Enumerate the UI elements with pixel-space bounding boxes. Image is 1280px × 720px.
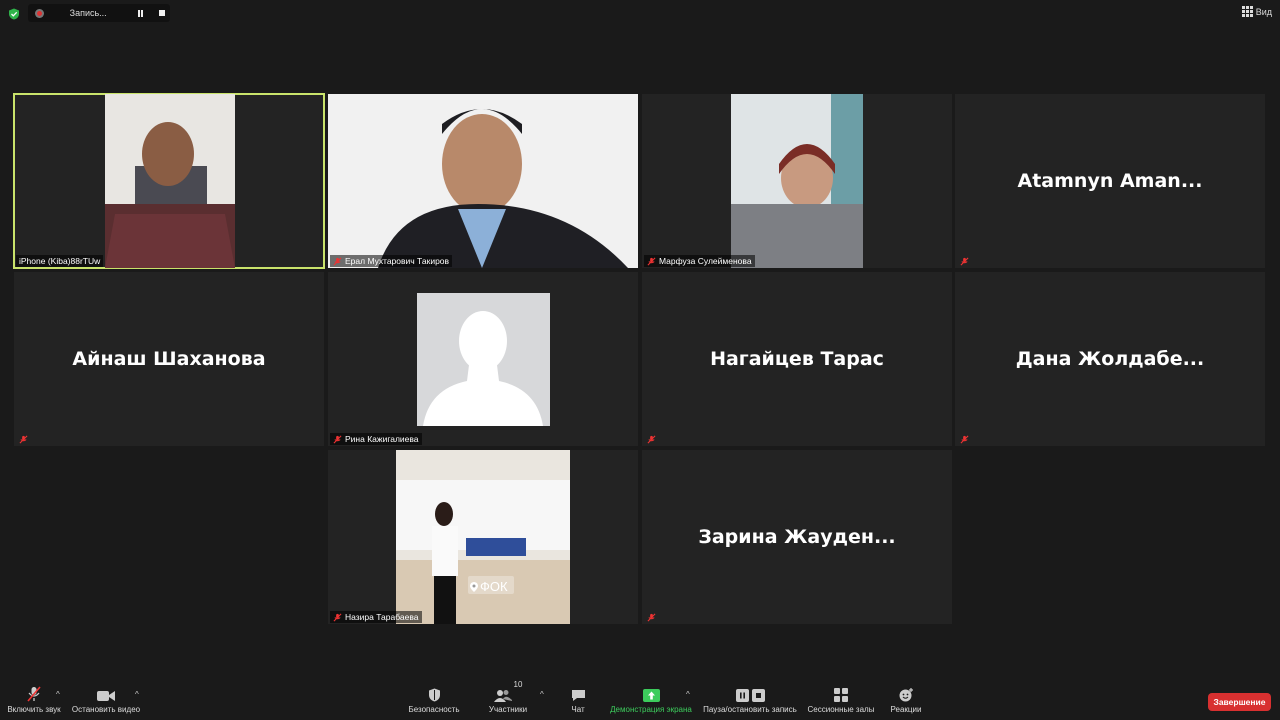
security-shield-icon: [428, 688, 440, 702]
participant-label: Рина Кажигалиева: [330, 433, 422, 445]
unmute-label: Включить звук: [7, 705, 61, 714]
stop-icon: [751, 689, 765, 702]
stop-video-button[interactable]: Остановить видео: [72, 680, 140, 720]
security-button[interactable]: Безопасность: [406, 680, 462, 720]
video-options-caret-icon[interactable]: ^: [135, 690, 139, 699]
participant-tile[interactable]: Айнаш Шаханова: [14, 272, 324, 446]
participant-display-name: Atamnyn Aman...: [1017, 170, 1203, 192]
participant-label: Марфуза Сулейменова: [644, 255, 755, 267]
participant-tile[interactable]: ФОК Назира Тарабаева: [328, 450, 638, 624]
audio-options-caret-icon[interactable]: ^: [56, 690, 60, 699]
default-avatar-image: [417, 293, 550, 426]
location-tag-text: ФОК: [480, 579, 508, 594]
participant-label: Ерал Мухтарович Такиров: [330, 255, 453, 267]
participant-name: Назира Тарабаева: [345, 612, 419, 622]
participants-label: Участники: [488, 705, 528, 714]
participant-label: [16, 433, 34, 445]
participant-video: [328, 94, 638, 268]
participant-label: Назира Тарабаева: [330, 611, 422, 623]
gallery-grid-icon: [1241, 6, 1253, 17]
pause-stop-recording-button[interactable]: Пауза/остановить запись: [700, 680, 800, 720]
participant-label: [957, 433, 975, 445]
pause-stop-recording-label: Пауза/остановить запись: [703, 705, 797, 714]
view-button[interactable]: Вид: [1241, 6, 1272, 17]
participant-name: Рина Кажигалиева: [345, 434, 419, 444]
stop-icon: [159, 10, 166, 16]
participant-tile[interactable]: Марфуза Сулейменова: [642, 94, 952, 268]
chat-bubble-icon: [571, 690, 585, 701]
unmute-button[interactable]: Включить звук: [6, 680, 62, 720]
mic-muted-icon: [960, 257, 969, 265]
chat-button[interactable]: Чат: [564, 680, 592, 720]
participant-tile[interactable]: Рина Кажигалиева: [328, 272, 638, 446]
participant-label: [644, 433, 662, 445]
mic-muted-icon: [647, 435, 656, 443]
participant-label: [644, 611, 662, 623]
mic-muted-icon: [333, 257, 342, 265]
participant-name: Ерал Мухтарович Такиров: [345, 256, 450, 266]
participant-display-name: Зарина Жауден...: [698, 526, 896, 548]
share-screen-label: Демонстрация экрана: [610, 705, 692, 714]
security-label: Безопасность: [408, 705, 460, 714]
mic-muted-icon: [333, 435, 342, 443]
share-screen-button[interactable]: Демонстрация экрана: [608, 680, 694, 720]
meeting-toolbar: Включить звук ^ Остановить видео ^ Безоп…: [0, 680, 1280, 720]
stop-video-label: Остановить видео: [71, 705, 141, 714]
participant-display-name: Нагайцев Тарас: [710, 348, 884, 370]
breakout-rooms-icon: [834, 688, 848, 702]
participant-label: iPhone (Kiba)88rTUw: [16, 255, 104, 267]
participants-icon: [493, 690, 512, 702]
mic-muted-icon: [333, 613, 342, 621]
mic-muted-icon: [27, 686, 41, 702]
reactions-label: Реакции: [890, 705, 922, 714]
breakout-rooms-label: Сессионные залы: [807, 705, 875, 714]
participant-display-name: Айнаш Шаханова: [72, 348, 266, 370]
participant-tile[interactable]: iPhone (Kiba)88rTUw: [13, 93, 325, 269]
participants-button[interactable]: 10 Участники: [486, 680, 530, 720]
participant-display-name: Дана Жолдабе...: [1015, 348, 1205, 370]
breakout-rooms-button[interactable]: Сессионные залы: [806, 680, 876, 720]
share-options-caret-icon[interactable]: ^: [686, 690, 690, 699]
recording-label: Запись...: [69, 8, 107, 18]
mic-muted-icon: [960, 435, 969, 443]
participant-tile[interactable]: Зарина Жауден...: [642, 450, 952, 624]
location-tag: ФОК: [470, 579, 508, 594]
end-meeting-button[interactable]: Завершение: [1208, 693, 1271, 711]
top-bar: Запись... Вид: [0, 0, 1280, 28]
participant-video: [731, 94, 863, 268]
participant-name: iPhone (Kiba)88rTUw: [19, 256, 101, 266]
stop-recording-button[interactable]: [155, 5, 170, 21]
pause-recording-button[interactable]: [133, 5, 148, 21]
security-shield-icon[interactable]: [8, 8, 20, 20]
participants-count: 10: [513, 680, 523, 689]
participant-name: Марфуза Сулейменова: [659, 256, 752, 266]
mic-muted-icon: [647, 613, 656, 621]
pause-icon: [735, 689, 749, 702]
view-label: Вид: [1255, 6, 1272, 17]
location-pin-icon: [470, 581, 478, 592]
participant-tile[interactable]: Нагайцев Тарас: [642, 272, 952, 446]
recording-indicator: Запись...: [28, 4, 170, 22]
video-camera-icon: [97, 691, 115, 701]
pause-icon: [138, 9, 144, 17]
participant-label: [957, 255, 975, 267]
reactions-smiley-icon: [899, 688, 913, 702]
chat-label: Чат: [571, 705, 585, 714]
participant-tile[interactable]: Дана Жолдабе...: [955, 272, 1265, 446]
participants-options-caret-icon[interactable]: ^: [540, 690, 544, 699]
recording-dot-icon: [35, 8, 44, 18]
mic-muted-icon: [19, 435, 28, 443]
mic-muted-icon: [647, 257, 656, 265]
share-screen-icon: [642, 689, 660, 702]
participant-video: [105, 94, 235, 268]
reactions-button[interactable]: Реакции: [888, 680, 924, 720]
participant-video: [396, 450, 570, 624]
participant-tile[interactable]: Atamnyn Aman...: [955, 94, 1265, 268]
participant-tile[interactable]: Ерал Мухтарович Такиров: [328, 94, 638, 268]
